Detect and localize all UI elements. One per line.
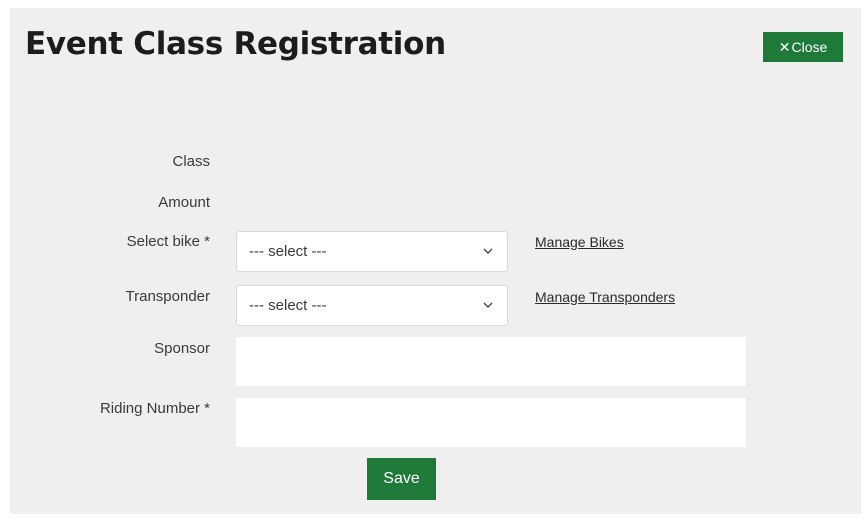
manage-transponders-link[interactable]: Manage Transponders	[535, 289, 675, 305]
transponder-select[interactable]: --- select ---	[236, 285, 508, 326]
transponder-label: Transponder	[125, 288, 211, 305]
bike-select-value: --- select ---	[249, 243, 327, 260]
close-button[interactable]: ✕ Close	[763, 32, 843, 62]
chevron-down-icon	[483, 302, 493, 308]
sponsor-input[interactable]	[236, 337, 746, 386]
bike-select[interactable]: --- select ---	[236, 231, 508, 272]
class-label: Class	[172, 153, 210, 170]
sponsor-label: Sponsor	[154, 340, 210, 357]
save-button[interactable]: Save	[367, 458, 436, 500]
registration-dialog: Event Class Registration ✕ Close Class A…	[10, 8, 861, 514]
manage-bikes-link[interactable]: Manage Bikes	[535, 234, 624, 250]
close-button-label: Close	[791, 39, 828, 55]
close-icon: ✕	[778, 38, 791, 55]
amount-label: Amount	[158, 194, 210, 211]
transponder-select-value: --- select ---	[249, 297, 327, 314]
select-bike-label: Select bike *	[126, 233, 210, 250]
riding-number-input[interactable]	[236, 398, 746, 447]
riding-number-label: Riding Number *	[99, 400, 210, 417]
dialog-title: Event Class Registration	[25, 26, 446, 62]
chevron-down-icon	[483, 248, 493, 254]
